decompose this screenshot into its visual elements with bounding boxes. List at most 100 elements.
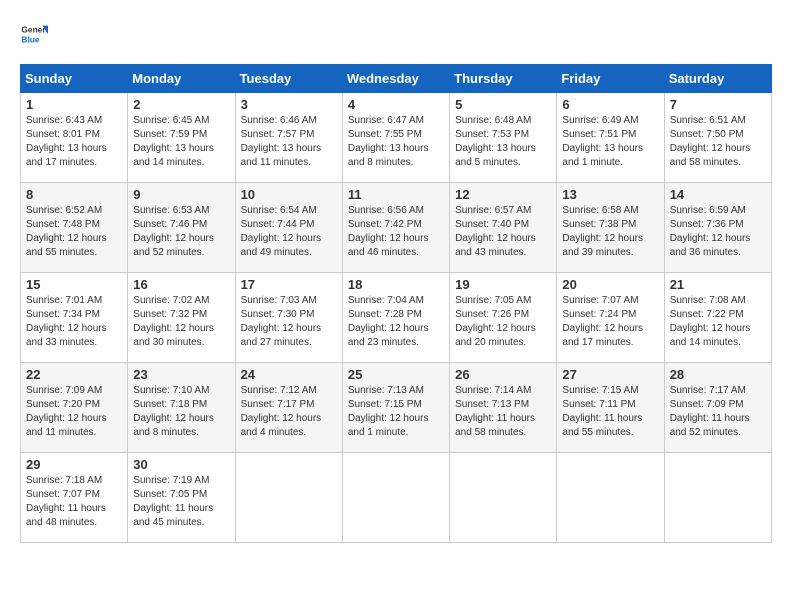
cell-text: Sunrise: 6:45 AM Sunset: 7:59 PM Dayligh…	[133, 114, 229, 170]
calendar-table: SundayMondayTuesdayWednesdayThursdayFrid…	[20, 64, 772, 543]
calendar-cell: 2 Sunrise: 6:45 AM Sunset: 7:59 PM Daylig…	[128, 93, 235, 183]
weekday-friday: Friday	[557, 65, 664, 93]
calendar-cell: 20 Sunrise: 7:07 AM Sunset: 7:24 PM Dayli…	[557, 273, 664, 363]
calendar-cell: 4 Sunrise: 6:47 AM Sunset: 7:55 PM Daylig…	[342, 93, 449, 183]
calendar-cell: 25 Sunrise: 7:13 AM Sunset: 7:15 PM Dayli…	[342, 363, 449, 453]
cell-text: Sunrise: 6:59 AM Sunset: 7:36 PM Dayligh…	[670, 204, 766, 260]
cell-text: Sunrise: 7:09 AM Sunset: 7:20 PM Dayligh…	[26, 384, 122, 440]
cell-text: Sunrise: 6:48 AM Sunset: 7:53 PM Dayligh…	[455, 114, 551, 170]
cell-text: Sunrise: 7:15 AM Sunset: 7:11 PM Dayligh…	[562, 384, 658, 440]
cell-text: Sunrise: 6:46 AM Sunset: 7:57 PM Dayligh…	[241, 114, 337, 170]
cell-text: Sunrise: 7:07 AM Sunset: 7:24 PM Dayligh…	[562, 294, 658, 350]
calendar-cell: 12 Sunrise: 6:57 AM Sunset: 7:40 PM Dayli…	[450, 183, 557, 273]
day-number: 4	[348, 97, 444, 112]
calendar-header: SundayMondayTuesdayWednesdayThursdayFrid…	[21, 65, 772, 93]
day-number: 30	[133, 457, 229, 472]
calendar-cell: 10 Sunrise: 6:54 AM Sunset: 7:44 PM Dayli…	[235, 183, 342, 273]
cell-text: Sunrise: 7:08 AM Sunset: 7:22 PM Dayligh…	[670, 294, 766, 350]
day-number: 9	[133, 187, 229, 202]
cell-text: Sunrise: 6:56 AM Sunset: 7:42 PM Dayligh…	[348, 204, 444, 260]
cell-text: Sunrise: 7:03 AM Sunset: 7:30 PM Dayligh…	[241, 294, 337, 350]
day-number: 7	[670, 97, 766, 112]
calendar-cell: 1 Sunrise: 6:43 AM Sunset: 8:01 PM Daylig…	[21, 93, 128, 183]
day-number: 2	[133, 97, 229, 112]
calendar-cell: 21 Sunrise: 7:08 AM Sunset: 7:22 PM Dayli…	[664, 273, 771, 363]
day-number: 11	[348, 187, 444, 202]
calendar-cell: 29Sunrise: 7:18 AM Sunset: 7:07 PM Dayli…	[21, 453, 128, 543]
cell-text: Sunrise: 6:43 AM Sunset: 8:01 PM Dayligh…	[26, 114, 122, 170]
calendar-cell: 24Sunrise: 7:12 AM Sunset: 7:17 PM Dayli…	[235, 363, 342, 453]
calendar-cell: 30 Sunrise: 7:19 AM Sunset: 7:05 PM Dayli…	[128, 453, 235, 543]
day-number: 20	[562, 277, 658, 292]
week-row-3: 15 Sunrise: 7:01 AM Sunset: 7:34 PM Dayli…	[21, 273, 772, 363]
calendar-cell: 7 Sunrise: 6:51 AM Sunset: 7:50 PM Daylig…	[664, 93, 771, 183]
day-number: 27	[562, 367, 658, 382]
cell-text: Sunrise: 7:19 AM Sunset: 7:05 PM Dayligh…	[133, 474, 229, 530]
calendar-cell: 18 Sunrise: 7:04 AM Sunset: 7:28 PM Dayli…	[342, 273, 449, 363]
day-number: 29	[26, 457, 122, 472]
day-number: 12	[455, 187, 551, 202]
cell-text: Sunrise: 6:51 AM Sunset: 7:50 PM Dayligh…	[670, 114, 766, 170]
week-row-5: 29Sunrise: 7:18 AM Sunset: 7:07 PM Dayli…	[21, 453, 772, 543]
day-number: 13	[562, 187, 658, 202]
cell-text: Sunrise: 7:14 AM Sunset: 7:13 PM Dayligh…	[455, 384, 551, 440]
weekday-monday: Monday	[128, 65, 235, 93]
calendar-cell: 9 Sunrise: 6:53 AM Sunset: 7:46 PM Daylig…	[128, 183, 235, 273]
calendar-cell: 19 Sunrise: 7:05 AM Sunset: 7:26 PM Dayli…	[450, 273, 557, 363]
day-number: 14	[670, 187, 766, 202]
calendar-cell	[342, 453, 449, 543]
day-number: 15	[26, 277, 122, 292]
logo-icon: General Blue	[20, 20, 48, 48]
day-number: 25	[348, 367, 444, 382]
cell-text: Sunrise: 6:58 AM Sunset: 7:38 PM Dayligh…	[562, 204, 658, 260]
calendar-cell: 15 Sunrise: 7:01 AM Sunset: 7:34 PM Dayli…	[21, 273, 128, 363]
day-number: 17	[241, 277, 337, 292]
day-number: 8	[26, 187, 122, 202]
logo: General Blue	[20, 20, 52, 48]
cell-text: Sunrise: 6:49 AM Sunset: 7:51 PM Dayligh…	[562, 114, 658, 170]
svg-text:Blue: Blue	[21, 34, 39, 44]
cell-text: Sunrise: 6:53 AM Sunset: 7:46 PM Dayligh…	[133, 204, 229, 260]
cell-text: Sunrise: 7:01 AM Sunset: 7:34 PM Dayligh…	[26, 294, 122, 350]
calendar-cell	[664, 453, 771, 543]
cell-text: Sunrise: 7:04 AM Sunset: 7:28 PM Dayligh…	[348, 294, 444, 350]
day-number: 1	[26, 97, 122, 112]
calendar-cell	[450, 453, 557, 543]
cell-text: Sunrise: 6:52 AM Sunset: 7:48 PM Dayligh…	[26, 204, 122, 260]
cell-text: Sunrise: 6:57 AM Sunset: 7:40 PM Dayligh…	[455, 204, 551, 260]
weekday-wednesday: Wednesday	[342, 65, 449, 93]
calendar-cell: 3 Sunrise: 6:46 AM Sunset: 7:57 PM Daylig…	[235, 93, 342, 183]
day-number: 26	[455, 367, 551, 382]
day-number: 3	[241, 97, 337, 112]
cell-text: Sunrise: 7:05 AM Sunset: 7:26 PM Dayligh…	[455, 294, 551, 350]
calendar-cell: 17 Sunrise: 7:03 AM Sunset: 7:30 PM Dayli…	[235, 273, 342, 363]
day-number: 5	[455, 97, 551, 112]
calendar-body: 1 Sunrise: 6:43 AM Sunset: 8:01 PM Daylig…	[21, 93, 772, 543]
day-number: 18	[348, 277, 444, 292]
day-number: 19	[455, 277, 551, 292]
cell-text: Sunrise: 7:17 AM Sunset: 7:09 PM Dayligh…	[670, 384, 766, 440]
calendar-cell: 26 Sunrise: 7:14 AM Sunset: 7:13 PM Dayli…	[450, 363, 557, 453]
calendar-cell: 23Sunrise: 7:10 AM Sunset: 7:18 PM Dayli…	[128, 363, 235, 453]
weekday-saturday: Saturday	[664, 65, 771, 93]
day-number: 16	[133, 277, 229, 292]
calendar-cell	[235, 453, 342, 543]
day-number: 22	[26, 367, 122, 382]
week-row-1: 1 Sunrise: 6:43 AM Sunset: 8:01 PM Daylig…	[21, 93, 772, 183]
day-number: 23	[133, 367, 229, 382]
cell-text: Sunrise: 6:47 AM Sunset: 7:55 PM Dayligh…	[348, 114, 444, 170]
calendar-cell: 13 Sunrise: 6:58 AM Sunset: 7:38 PM Dayli…	[557, 183, 664, 273]
week-row-4: 22 Sunrise: 7:09 AM Sunset: 7:20 PM Dayli…	[21, 363, 772, 453]
calendar-cell	[557, 453, 664, 543]
day-number: 6	[562, 97, 658, 112]
day-number: 28	[670, 367, 766, 382]
cell-text: Sunrise: 6:54 AM Sunset: 7:44 PM Dayligh…	[241, 204, 337, 260]
day-number: 21	[670, 277, 766, 292]
cell-text: Sunrise: 7:12 AM Sunset: 7:17 PM Dayligh…	[241, 384, 337, 440]
cell-text: Sunrise: 7:02 AM Sunset: 7:32 PM Dayligh…	[133, 294, 229, 350]
calendar-cell: 8 Sunrise: 6:52 AM Sunset: 7:48 PM Daylig…	[21, 183, 128, 273]
calendar-cell: 28 Sunrise: 7:17 AM Sunset: 7:09 PM Dayli…	[664, 363, 771, 453]
day-number: 10	[241, 187, 337, 202]
cell-text: Sunrise: 7:13 AM Sunset: 7:15 PM Dayligh…	[348, 384, 444, 440]
calendar-cell: 22 Sunrise: 7:09 AM Sunset: 7:20 PM Dayli…	[21, 363, 128, 453]
